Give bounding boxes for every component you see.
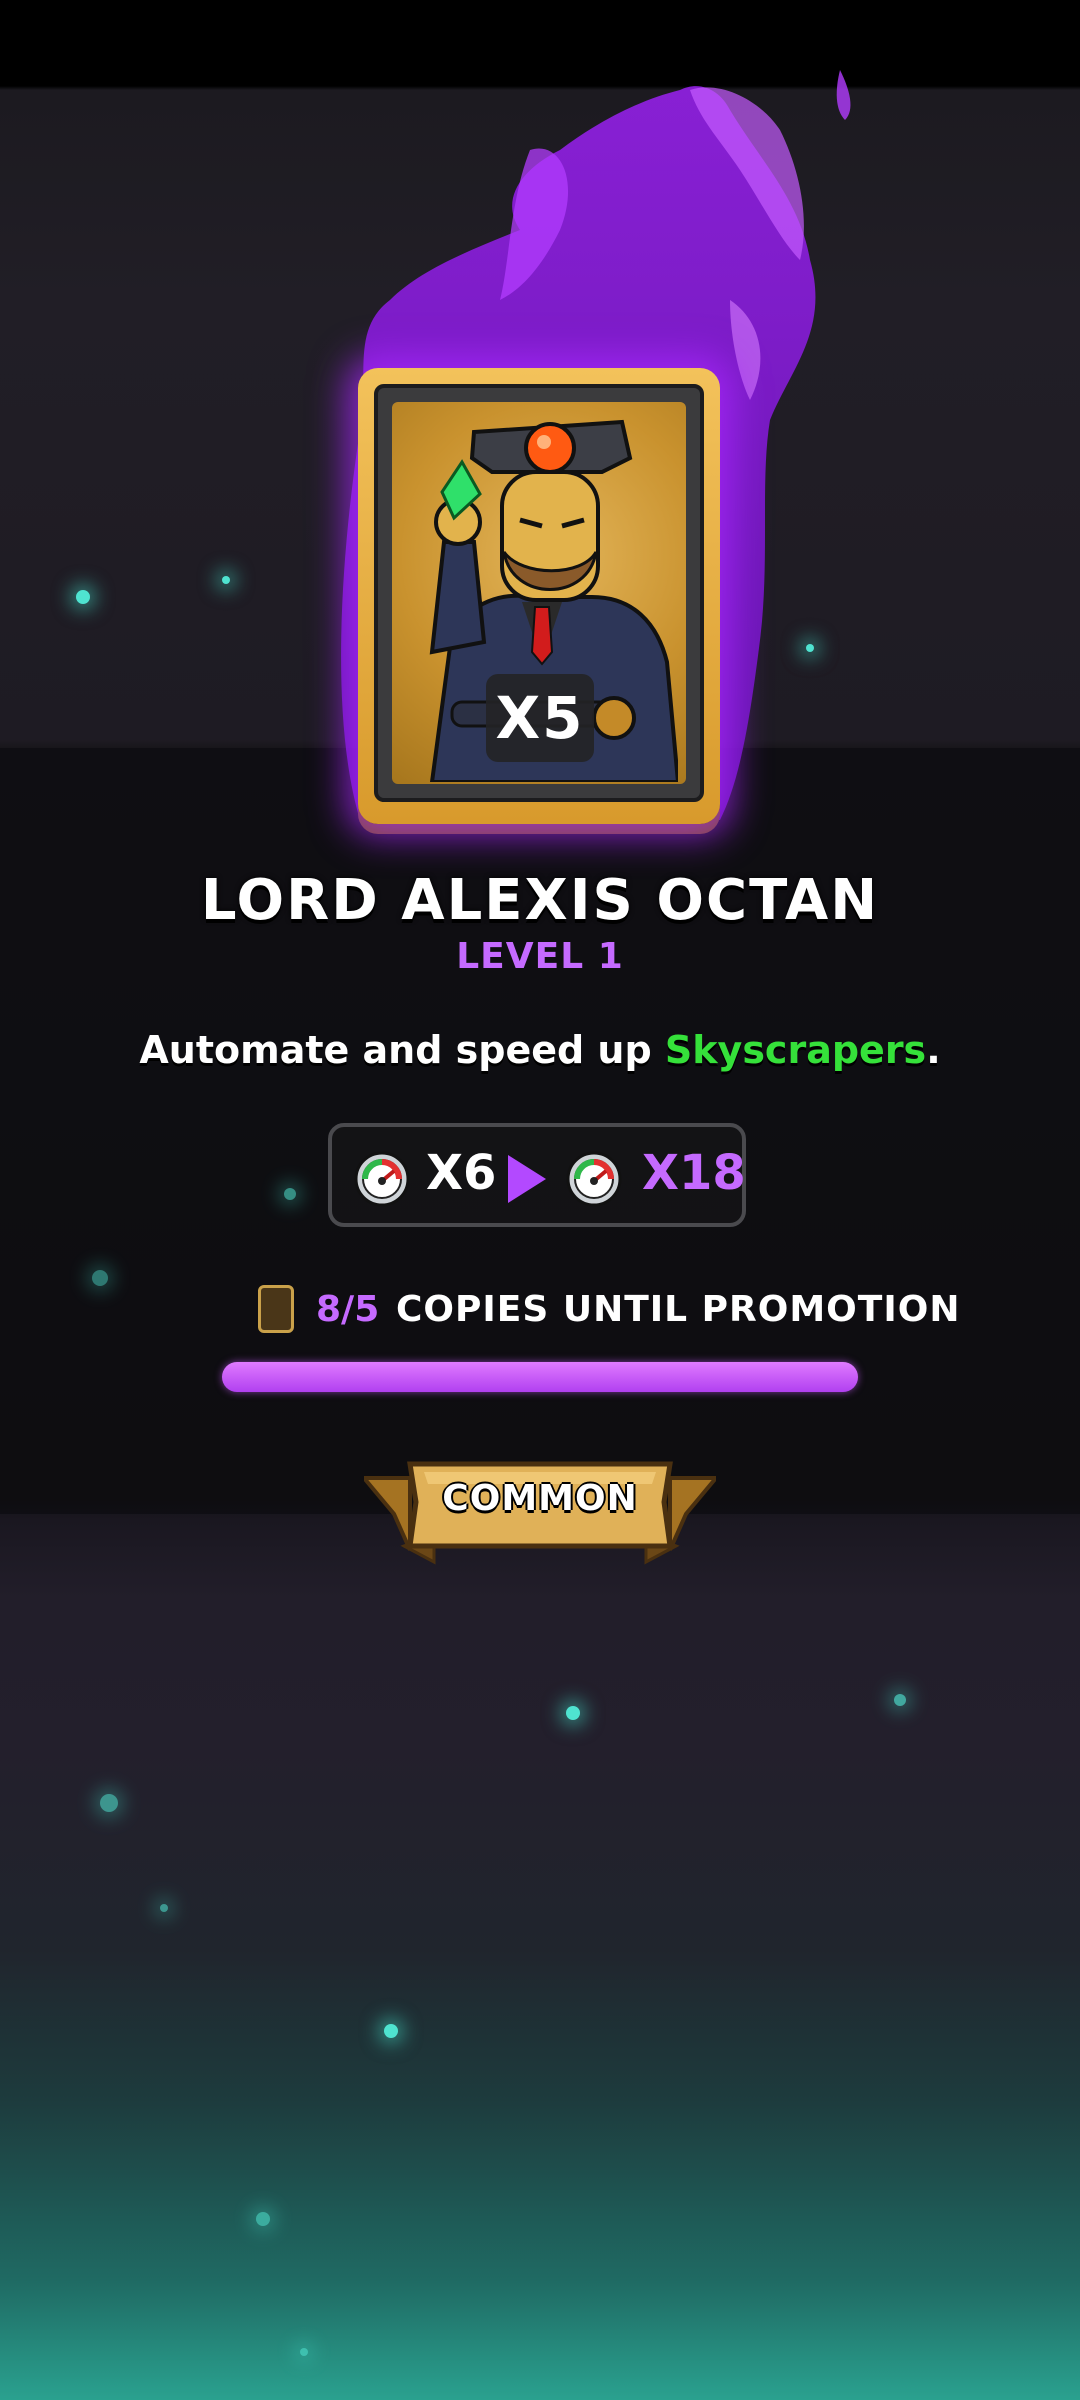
rarity-label: COMMON [442,1478,638,1519]
boost-next: X18 [642,1145,746,1201]
speedometer-icon [566,1151,622,1207]
particle [894,1694,906,1706]
particle [284,1188,296,1200]
particle [300,2348,308,2356]
particle [384,2024,398,2038]
copies-label: COPIES UNTIL PROMOTION [396,1289,961,1330]
card-count-badge: X5 [486,674,594,762]
description-text: Automate and speed up [139,1028,665,1072]
promotion-progress-bar [222,1362,858,1392]
hero-name: LORD ALEXIS OCTAN [200,868,880,933]
arrow-right-icon [508,1155,546,1203]
hero-detail-screen: X5 LORD ALEXIS OCTAN LEVEL 1 Automate an… [0,0,1080,2400]
boost-panel: X6 X18 [328,1123,746,1227]
promotion-row: 8/5 COPIES UNTIL PROMOTION [0,1285,1080,1341]
card-count: X5 [495,684,585,752]
particle [256,2212,270,2226]
particle [92,1270,108,1286]
speedometer-icon [354,1151,410,1207]
particle [100,1794,118,1812]
particle [160,1904,168,1912]
description-suffix: . [926,1028,941,1072]
card-copy-icon [258,1285,294,1333]
promotion-progress-fill [222,1362,858,1392]
copies-count: 8/5 [316,1289,380,1330]
boost-current: X6 [426,1145,497,1201]
hero-card[interactable]: X5 [358,368,720,824]
particle [566,1706,580,1720]
description-highlight: Skyscrapers [664,1028,927,1072]
hero-description: Automate and speed up Skyscrapers. [0,1028,1080,1072]
hero-level: LEVEL 1 [456,936,624,977]
